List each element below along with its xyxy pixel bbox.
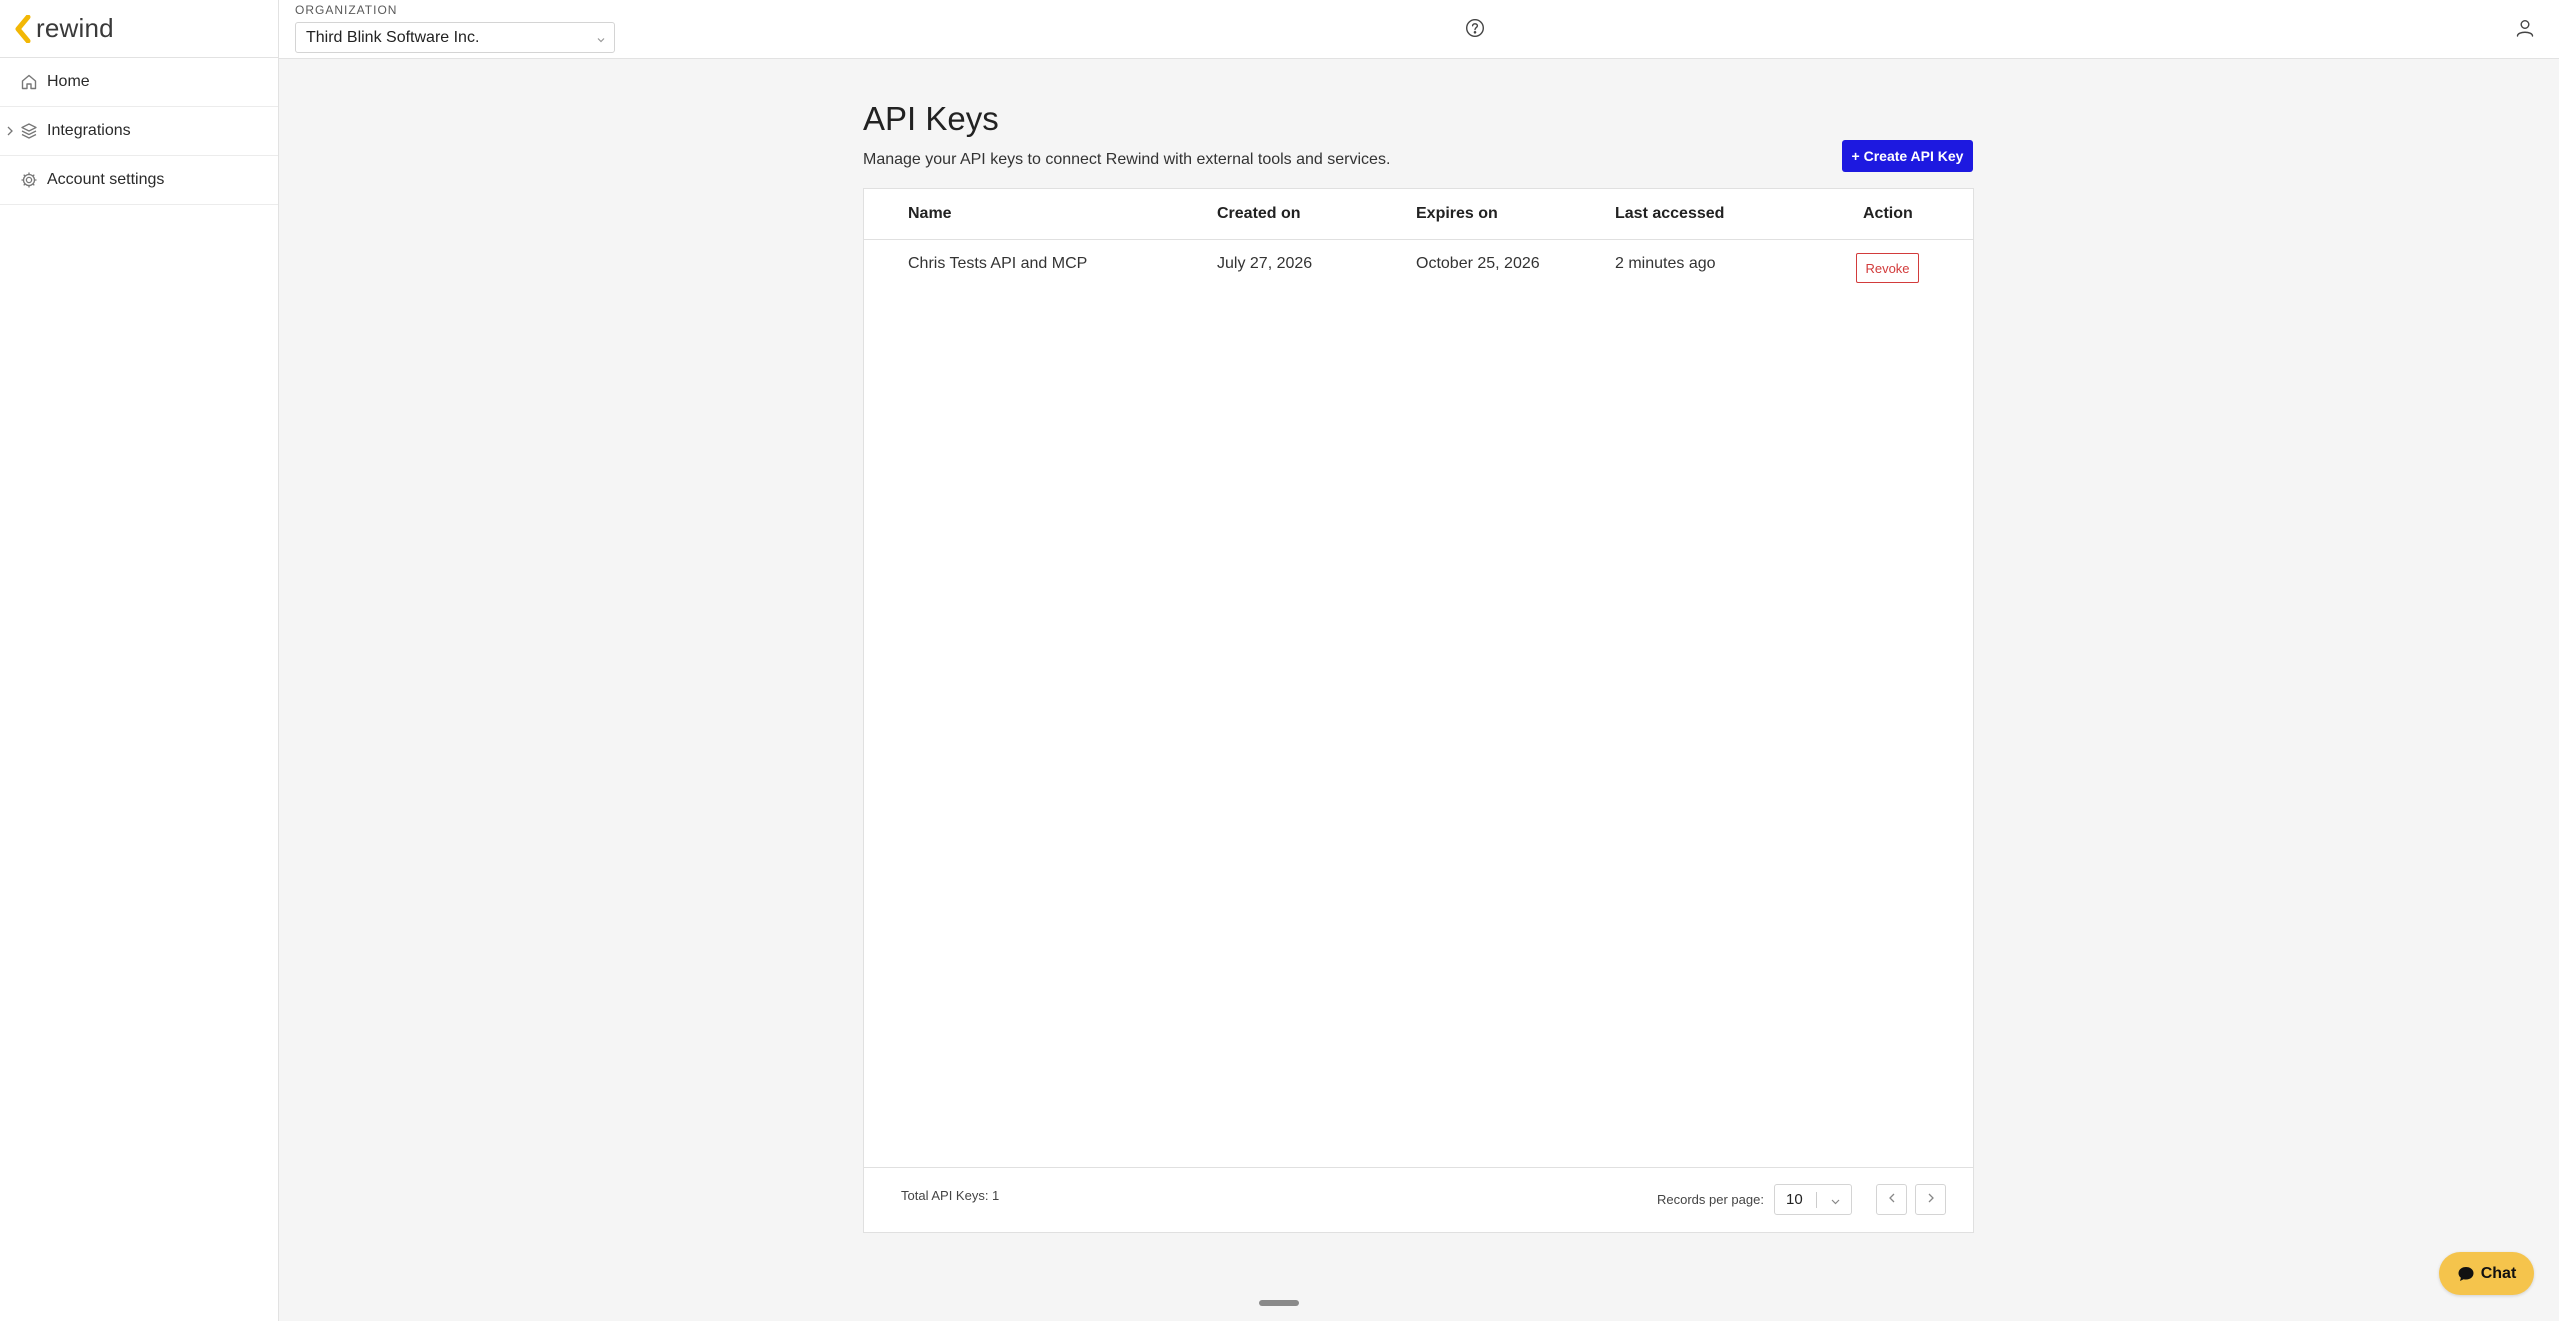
table-footer: Total API Keys: 1 Records per page: 10 [864,1167,1973,1232]
chat-label: Chat [2480,1264,2517,1282]
column-header-last-accessed: Last accessed [1615,205,1725,222]
chat-button[interactable]: Chat [2439,1252,2534,1295]
sidebar-item-label: Account settings [47,171,165,188]
sidebar-item-label: Integrations [47,122,131,139]
cell-name: Chris Tests API and MCP [908,255,1088,272]
chevron-right-icon [1926,1191,1936,1209]
table-header: Name Created on Expires on Last accessed… [864,189,1973,240]
logo-text: rewind [36,13,114,43]
select-divider [1816,1192,1817,1208]
column-header-expires-on: Expires on [1416,205,1498,222]
user-icon[interactable] [2513,16,2537,40]
records-per-page-value: 10 [1786,1191,1803,1208]
column-header-action: Action [1863,205,1913,222]
column-header-created-on: Created on [1217,205,1301,222]
column-header-name: Name [908,205,952,222]
help-icon[interactable] [1463,16,1487,40]
chevron-left-icon [1887,1191,1897,1209]
cell-expires-on: October 25, 2026 [1416,255,1540,272]
top-bar: ORGANIZATION Third Blink Software Inc. [279,0,2559,59]
home-icon [20,73,38,91]
chat-bubble-icon [2457,1265,2475,1283]
gear-icon [20,171,38,189]
api-keys-table: Name Created on Expires on Last accessed… [863,188,1974,1233]
total-api-keys: Total API Keys: 1 [901,1188,1000,1203]
chevron-right-icon[interactable] [6,126,16,136]
sidebar-item-integrations[interactable]: Integrations [0,107,278,156]
records-per-page-select[interactable]: 10 [1774,1184,1852,1215]
chevron-down-icon [1830,1194,1841,1211]
chevron-down-icon [596,32,606,50]
sidebar: rewind Home Integrations Account setting… [0,0,279,1321]
revoke-button[interactable]: Revoke [1856,253,1919,283]
next-page-button[interactable] [1915,1184,1946,1215]
page-title: API Keys [863,100,999,137]
sidebar-item-home[interactable]: Home [0,58,278,107]
create-api-key-button[interactable]: + Create API Key [1842,140,1973,172]
organization-select-value: Third Blink Software Inc. [306,28,480,46]
organization-label: ORGANIZATION [295,3,398,17]
organization-select[interactable]: Third Blink Software Inc. [295,22,615,53]
sidebar-item-account-settings[interactable]: Account settings [0,156,278,205]
previous-page-button[interactable] [1876,1184,1907,1215]
cell-last-accessed: 2 minutes ago [1615,255,1716,272]
cell-created-on: July 27, 2026 [1217,255,1313,272]
records-per-page-label: Records per page: [1657,1192,1764,1207]
page-description: Manage your API keys to connect Rewind w… [863,151,1391,168]
rewind-logo-icon [14,14,32,43]
table-row: Chris Tests API and MCP July 27, 2026 Oc… [864,240,1973,295]
logo[interactable]: rewind [0,0,278,58]
sidebar-item-label: Home [47,73,90,90]
drag-handle[interactable] [1259,1300,1299,1306]
layers-icon [20,122,38,140]
